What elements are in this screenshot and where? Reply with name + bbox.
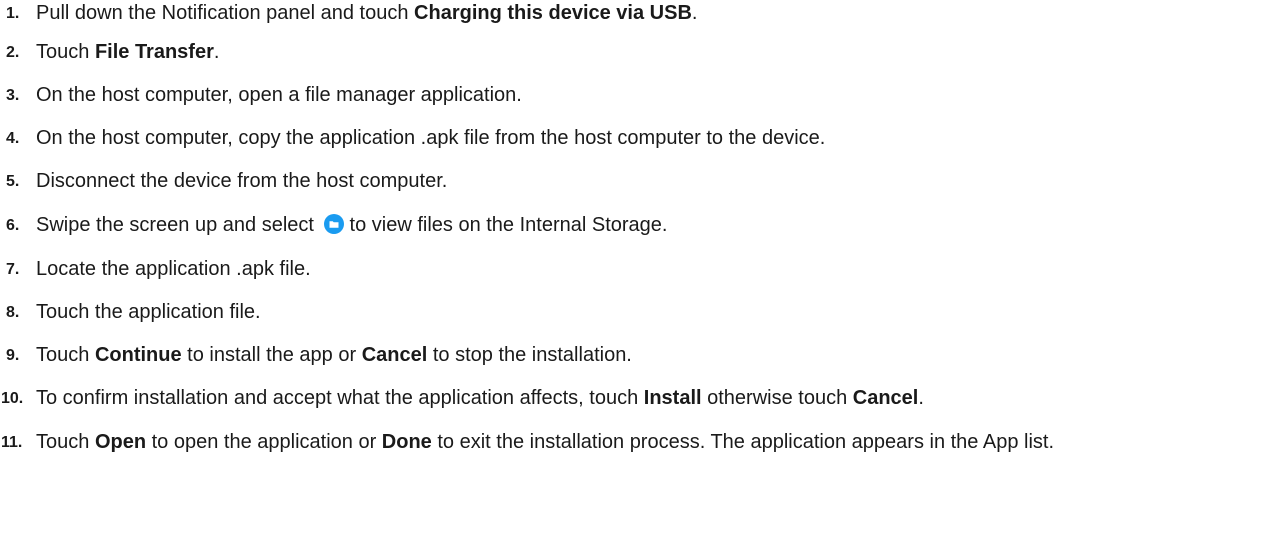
- step-text: To confirm installation and accept what …: [36, 387, 924, 409]
- step-8: 8. Touch the application file.: [6, 299, 261, 325]
- ui-term: Continue: [94, 344, 182, 366]
- step-text: On the host computer, copy the applicati…: [36, 127, 826, 149]
- step-number: 6.: [6, 217, 20, 234]
- step-text: Touch the application file.: [36, 301, 261, 323]
- ui-term: Cancel: [852, 387, 919, 409]
- step-text: On the host computer, open a file manage…: [36, 84, 522, 106]
- step-number: 10.: [1, 390, 24, 407]
- step-3: 3. On the host computer, open a file man…: [6, 82, 522, 108]
- step-1: 1. Pull down the Notification panel and …: [6, 0, 697, 26]
- step-number: 7.: [6, 261, 20, 278]
- step-number: 5.: [6, 173, 20, 190]
- step-number: 2.: [6, 44, 20, 61]
- step-number: 9.: [6, 347, 20, 364]
- step-4: 4. On the host computer, copy the applic…: [6, 125, 825, 151]
- step-number: 1.: [6, 5, 20, 22]
- ui-term: Open: [94, 431, 147, 453]
- ui-term: File Transfer: [94, 41, 214, 63]
- step-number: 3.: [6, 87, 20, 104]
- step-text: Touch Continue to install the app or Can…: [36, 344, 632, 366]
- ui-term: Charging this device via USB: [414, 2, 692, 24]
- ui-term: Cancel: [361, 344, 428, 366]
- step-10: 10. To confirm installation and accept w…: [1, 385, 924, 411]
- step-6: 6. Swipe the screen up and select to vie…: [6, 212, 667, 238]
- step-text: Pull down the Notification panel and tou…: [36, 2, 698, 24]
- step-text: Touch File Transfer.: [36, 41, 220, 63]
- step-11: 11. Touch Open to open the application o…: [1, 429, 1055, 455]
- step-number: 11.: [1, 434, 23, 451]
- step-5: 5. Disconnect the device from the host c…: [6, 168, 447, 194]
- step-text: Locate the application .apk file.: [36, 258, 311, 280]
- step-7: 7. Locate the application .apk file.: [6, 256, 311, 282]
- step-number: 8.: [6, 304, 20, 321]
- folder-icon: [323, 214, 344, 234]
- ui-term: Done: [381, 431, 432, 453]
- step-text: Touch Open to open the application or Do…: [36, 431, 1055, 453]
- step-text: Swipe the screen up and select to view f…: [36, 214, 668, 236]
- step-9: 9. Touch Continue to install the app or …: [6, 342, 632, 368]
- step-2: 2. Touch File Transfer.: [6, 39, 219, 65]
- step-text: Disconnect the device from the host comp…: [36, 170, 448, 192]
- ui-term: Install: [643, 387, 702, 409]
- step-number: 4.: [6, 130, 20, 147]
